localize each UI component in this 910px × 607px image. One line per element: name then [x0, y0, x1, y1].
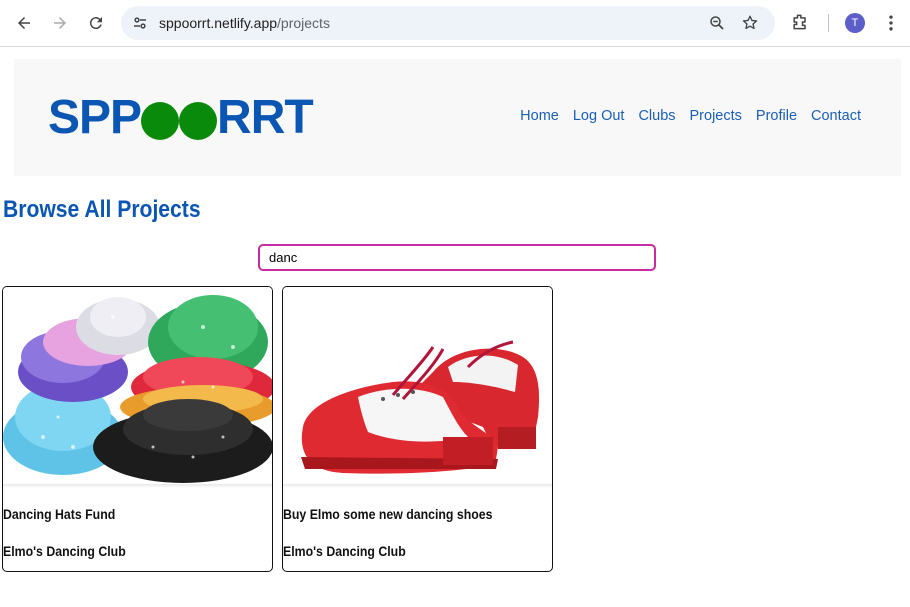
project-image-sequin-hats[interactable] [3, 287, 272, 487]
address-bar[interactable]: sppoorrt.netlify.app/projects [121, 6, 775, 40]
forward-icon[interactable] [48, 11, 72, 35]
zoom-icon[interactable] [708, 14, 726, 32]
nav-log-out[interactable]: Log Out [573, 108, 625, 124]
toolbar-separator [828, 14, 829, 32]
extensions-icon[interactable] [790, 12, 810, 32]
url-path: /projects [277, 15, 330, 31]
browser-toolbar: sppoorrt.netlify.app/projects T [0, 0, 910, 47]
site-header: SPP RRT Home Log Out Clubs Projects Prof… [14, 59, 901, 176]
site-settings-icon[interactable] [131, 14, 149, 32]
project-card[interactable]: Buy Elmo some new dancing shoes Elmo's D… [282, 286, 553, 572]
card-image-shadow [283, 484, 552, 488]
project-club[interactable]: Elmo's Dancing Club [3, 543, 126, 559]
page-title: Browse All Projects [3, 196, 201, 223]
project-image-tap-shoes[interactable] [283, 287, 552, 487]
url-text[interactable]: sppoorrt.netlify.app/projects [159, 15, 330, 31]
project-card[interactable]: Dancing Hats Fund Elmo's Dancing Club [2, 286, 273, 572]
nav-contact[interactable]: Contact [811, 108, 861, 124]
reload-icon[interactable] [84, 11, 108, 35]
logo-text-right: RRT [217, 90, 314, 144]
project-club[interactable]: Elmo's Dancing Club [283, 543, 406, 559]
project-title[interactable]: Dancing Hats Fund [3, 506, 115, 522]
more-menu-icon[interactable] [881, 13, 901, 33]
site-logo[interactable]: SPP RRT [48, 90, 314, 144]
project-title[interactable]: Buy Elmo some new dancing shoes [283, 506, 492, 522]
url-host: sppoorrt.netlify.app [159, 15, 278, 31]
nav-clubs[interactable]: Clubs [638, 108, 675, 124]
nav-profile[interactable]: Profile [756, 108, 797, 124]
back-icon[interactable] [12, 11, 36, 35]
logo-green-dot [179, 102, 218, 140]
logo-green-dot [141, 102, 180, 140]
bookmark-star-icon[interactable] [741, 14, 759, 32]
search-input[interactable] [258, 244, 656, 271]
nav-home[interactable]: Home [520, 108, 559, 124]
nav-projects[interactable]: Projects [690, 108, 742, 124]
logo-text-left: SPP [48, 90, 142, 144]
profile-avatar[interactable]: T [845, 13, 865, 33]
main-nav: Home Log Out Clubs Projects Profile Cont… [520, 108, 861, 124]
card-image-shadow [3, 484, 272, 488]
